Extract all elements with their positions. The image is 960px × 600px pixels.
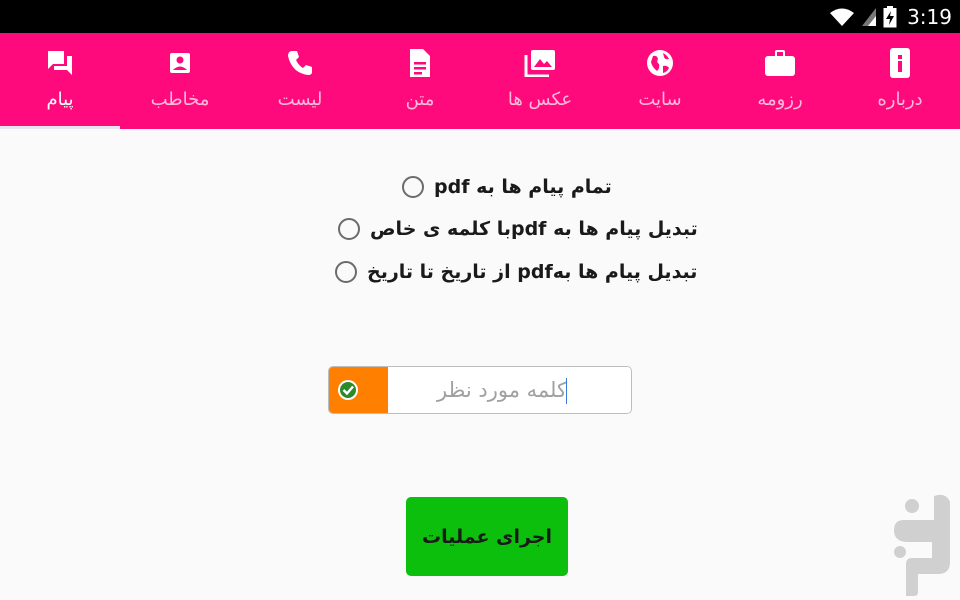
chat-icon — [48, 51, 72, 75]
tab-list[interactable]: لیست — [240, 33, 360, 129]
contact-icon — [170, 53, 190, 73]
tab-label: سایت — [638, 89, 682, 110]
tab-rezume[interactable]: رزومه — [720, 33, 840, 129]
option-label: تمام پیام ها به pdf — [434, 176, 612, 198]
tab-mokhatab[interactable]: مخاطب — [120, 33, 240, 129]
tab-label: لیست — [277, 89, 323, 110]
option-date-range-pdf[interactable]: تبدیل پیام ها بهpdf از تاریخ تا تاریخ — [335, 261, 697, 283]
signal-icon — [862, 7, 877, 26]
run-operation-button[interactable]: اجرای عملیات — [406, 497, 568, 576]
status-icons: 3:19 — [829, 0, 952, 33]
clock-time: 3:19 — [907, 4, 952, 29]
radio-button[interactable] — [402, 176, 424, 198]
tab-label: مخاطب — [150, 89, 210, 110]
confirm-keyword-button[interactable] — [329, 367, 388, 413]
info-icon — [890, 48, 910, 78]
photos-icon — [524, 50, 555, 77]
tab-matn[interactable]: متن — [360, 33, 480, 129]
keyword-field — [328, 366, 632, 414]
check-circle-icon — [338, 380, 358, 400]
radio-button[interactable] — [338, 218, 360, 240]
active-tab-indicator — [0, 126, 120, 129]
option-label: تبدیل پیام ها به pdfبا کلمه ی خاص — [370, 218, 698, 240]
option-all-pdf[interactable]: تمام پیام ها به pdf — [402, 176, 612, 198]
wifi-icon — [830, 8, 855, 26]
phone-icon — [288, 51, 312, 75]
option-keyword-pdf[interactable]: تبدیل پیام ها به pdfبا کلمه ی خاص — [338, 218, 698, 240]
globe-icon — [647, 50, 673, 76]
tab-label: پیام — [46, 89, 74, 110]
tab-darbare[interactable]: درباره — [840, 33, 960, 129]
text-caret — [565, 378, 567, 404]
store-watermark-logo — [894, 494, 950, 596]
tab-label: رزومه — [757, 89, 803, 110]
tab-aks[interactable]: عکس ها — [480, 33, 600, 129]
document-icon — [410, 49, 430, 77]
briefcase-icon — [765, 50, 795, 76]
radio-button[interactable] — [335, 261, 357, 283]
tab-label: درباره — [877, 89, 923, 110]
keyword-input[interactable] — [388, 367, 631, 413]
status-bar: 3:19 — [0, 0, 960, 33]
tab-label: متن — [405, 89, 435, 110]
tab-label: عکس ها — [507, 89, 573, 110]
tab-site[interactable]: سایت — [600, 33, 720, 129]
tab-bar: پیام مخاطب لیست متن عکس ها سایت رزومه در… — [0, 33, 960, 129]
option-label: تبدیل پیام ها بهpdf از تاریخ تا تاریخ — [367, 261, 698, 283]
battery-charging-icon — [883, 5, 897, 27]
tab-payam[interactable]: پیام — [0, 33, 120, 129]
